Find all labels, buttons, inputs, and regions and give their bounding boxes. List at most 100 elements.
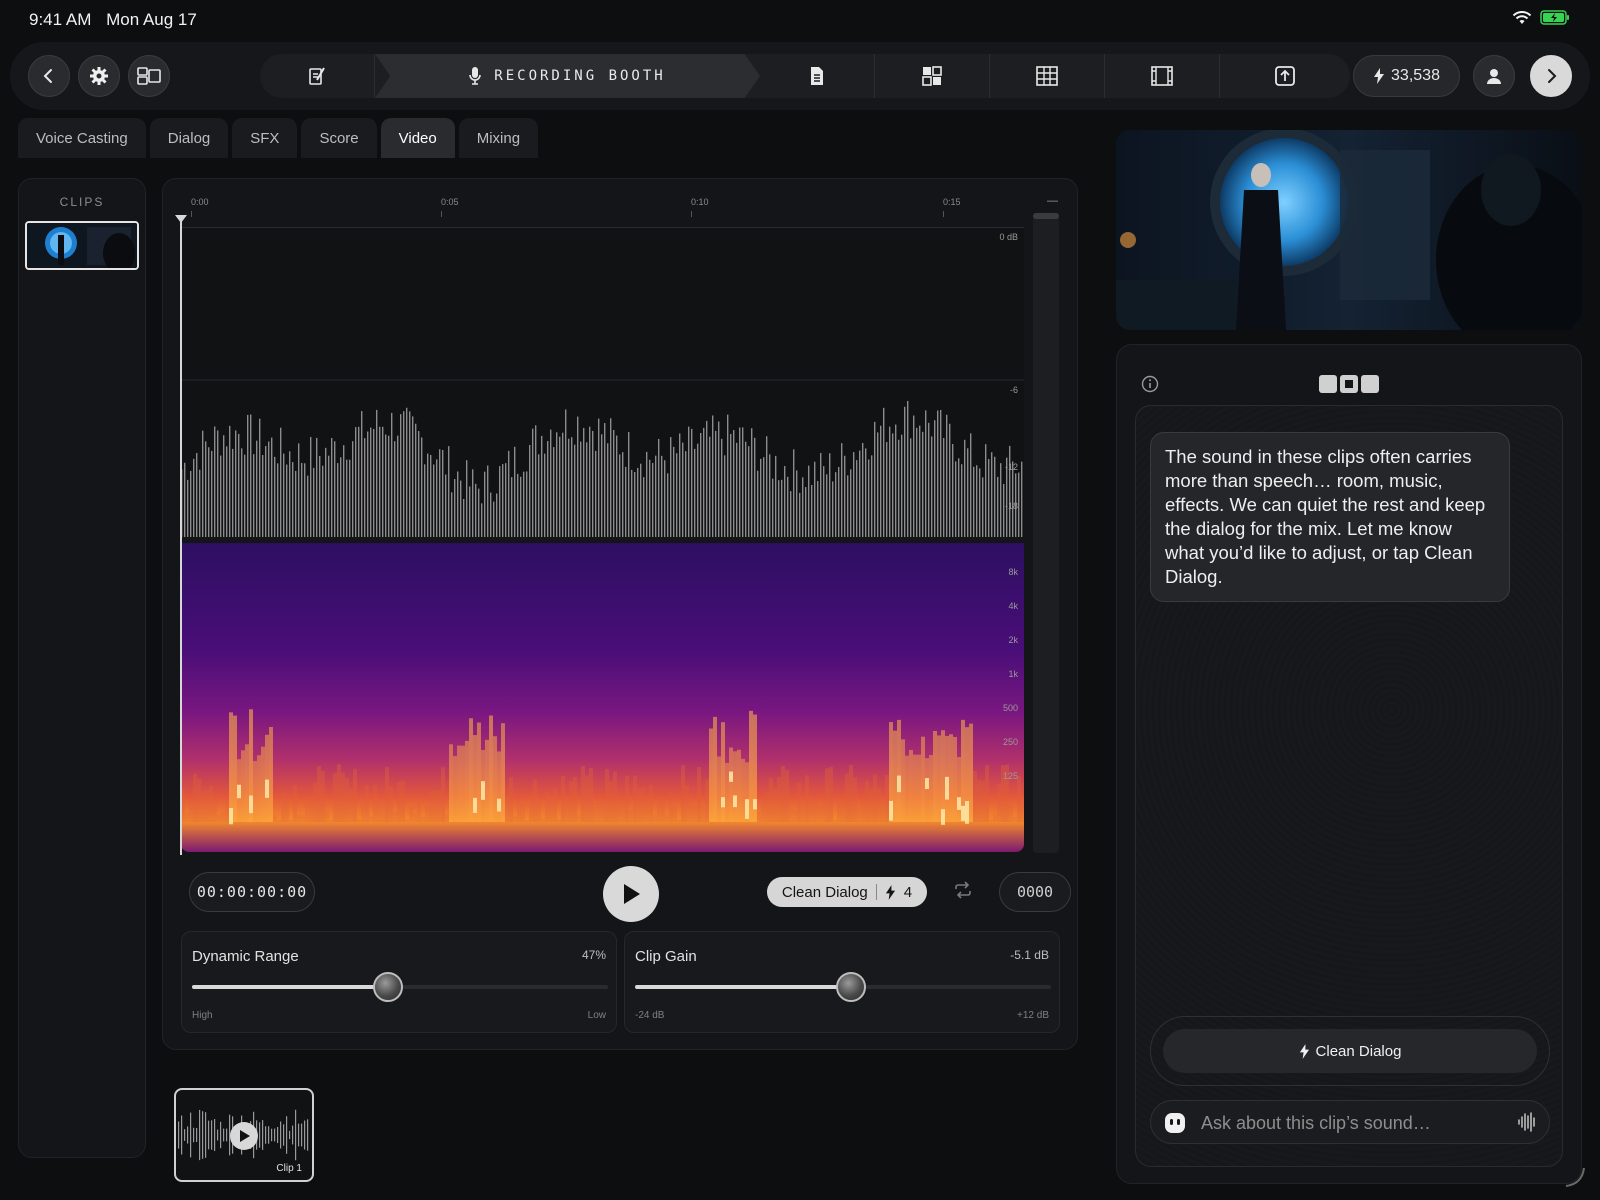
step-storyboard[interactable]	[875, 54, 990, 98]
timeline-end-marker: —	[1047, 195, 1058, 207]
tab-dialog[interactable]: Dialog	[149, 118, 229, 158]
bolt-icon	[1374, 68, 1385, 84]
clips-panel: CLIPS	[18, 178, 146, 1158]
tick-label: 0:00	[191, 197, 209, 217]
dynamic-range-fill	[192, 985, 388, 989]
dynamic-range-slider[interactable]	[192, 972, 608, 1002]
credits-value: 33,538	[1391, 67, 1440, 84]
freq-label: 250	[1002, 737, 1018, 747]
dynamic-range-high-label: Low	[587, 1010, 606, 1021]
dynamic-range-label: Dynamic Range	[192, 948, 299, 965]
step-film[interactable]	[1105, 54, 1220, 98]
film-icon	[1151, 66, 1173, 86]
brand-logo-icon	[1319, 375, 1379, 393]
transport-controls: 00:00:00:00 Clean Dialog 4 0000	[163, 866, 1079, 922]
credits-balance[interactable]: 33,538	[1353, 55, 1460, 97]
tick-label: 0:10	[691, 197, 709, 217]
vertical-scrollbar[interactable]	[1033, 213, 1059, 853]
microphone-icon	[469, 67, 482, 85]
clip-gain-label: Clip Gain	[635, 948, 697, 965]
tab-score[interactable]: Score	[301, 118, 377, 158]
wifi-icon	[1512, 10, 1532, 24]
tick-label: 0:05	[441, 197, 459, 217]
freq-label: 4k	[1008, 601, 1018, 611]
clips-title: CLIPS	[59, 195, 105, 209]
step-grid[interactable]	[990, 54, 1105, 98]
chevron-right-icon	[1548, 69, 1557, 83]
waveform-view[interactable]: 0 dB -6 -12 -18	[181, 227, 1024, 537]
play-icon	[239, 1130, 250, 1142]
clean-dialog-pill-button[interactable]: Clean Dialog 4	[767, 877, 927, 907]
next-button[interactable]	[1530, 55, 1572, 97]
suggested-actions: Clean Dialog	[1150, 1016, 1550, 1086]
step-export[interactable]	[1220, 54, 1350, 98]
tab-sfx[interactable]: SFX	[232, 118, 298, 158]
video-preview[interactable]	[1116, 130, 1582, 330]
tab-mixing[interactable]: Mixing	[458, 118, 539, 158]
bolt-icon	[1299, 1043, 1309, 1059]
status-bar: 9:41 AM Mon Aug 17	[0, 0, 1600, 38]
play-icon	[624, 884, 640, 904]
loop-icon[interactable]	[953, 881, 973, 899]
assistant-panel: The sound in these clips often carries m…	[1116, 344, 1582, 1184]
status-time: 9:41 AM	[29, 10, 92, 29]
timeline-ruler[interactable]: 0:00 0:05 0:10 0:15 —	[191, 195, 1058, 217]
settings-button[interactable]	[78, 55, 120, 97]
resize-handle-icon[interactable]	[1562, 1164, 1586, 1188]
db-label: -12	[1004, 462, 1018, 472]
step-document[interactable]	[760, 54, 875, 98]
export-icon	[1275, 66, 1295, 86]
clip-gain-control: Clip Gain -5.1 dB -24 dB +12 dB	[624, 931, 1060, 1033]
timecode-display[interactable]: 00:00:00:00	[189, 872, 315, 912]
clip-gain-value: -5.1 dB	[1010, 948, 1049, 962]
assistant-input[interactable]	[1201, 1105, 1501, 1141]
workflow-steps: RECORDING BOOTH	[260, 54, 1350, 98]
audio-editor: 0:00 0:05 0:10 0:15 — 0 dB -6 -12 -18 8k…	[162, 178, 1078, 1050]
clip-strip-item[interactable]: Clip 1	[174, 1088, 314, 1182]
clip-strip-label: Clip 1	[276, 1163, 302, 1174]
tab-voice-casting[interactable]: Voice Casting	[18, 118, 146, 158]
freq-label: 125	[1002, 771, 1018, 781]
section-tabs: Voice Casting Dialog SFX Score Video Mix…	[18, 118, 539, 158]
layout-icon	[137, 67, 161, 85]
spectrogram-view[interactable]: 8k 4k 2k 1k 500 250 125	[181, 543, 1024, 852]
clip-gain-low-label: -24 dB	[635, 1010, 665, 1021]
freq-label: 8k	[1008, 567, 1018, 577]
bolt-icon	[885, 884, 895, 900]
clip-play-button[interactable]	[230, 1122, 258, 1150]
clean-dialog-button[interactable]: Clean Dialog	[1163, 1029, 1537, 1073]
step-script-edit[interactable]	[260, 54, 375, 98]
db-label: -18	[1004, 501, 1018, 511]
freq-label: 1k	[1008, 669, 1018, 679]
clip-thumbnail[interactable]	[25, 221, 139, 270]
assistant-message: The sound in these clips often carries m…	[1150, 432, 1510, 602]
back-button[interactable]	[28, 55, 70, 97]
playhead[interactable]	[175, 215, 187, 855]
play-button[interactable]	[603, 866, 659, 922]
clip-gain-knob[interactable]	[836, 972, 867, 1002]
profile-button[interactable]	[1473, 55, 1515, 97]
frame-counter[interactable]: 0000	[999, 872, 1071, 912]
info-icon[interactable]	[1141, 375, 1159, 393]
scrollbar-thumb[interactable]	[1033, 213, 1059, 219]
assistant-avatar-icon	[1165, 1113, 1185, 1133]
db-label: -6	[1009, 385, 1018, 395]
clip-gain-slider[interactable]	[635, 972, 1051, 1002]
battery-icon	[1540, 10, 1569, 25]
chevron-left-icon	[43, 69, 52, 83]
document-icon	[811, 67, 823, 85]
clean-dialog-pill-label: Clean Dialog	[781, 883, 868, 901]
waveform-graphic	[181, 227, 1024, 537]
tab-video[interactable]: Video	[380, 118, 455, 158]
spectrogram-graphic	[181, 543, 1024, 852]
dynamic-range-knob[interactable]	[372, 972, 403, 1002]
assistant-conversation: The sound in these clips often carries m…	[1135, 405, 1563, 1167]
clip-gain-fill	[635, 985, 852, 989]
grid-icon	[1036, 66, 1058, 86]
clean-dialog-cost: 4	[903, 883, 913, 901]
layout-button[interactable]	[128, 55, 170, 97]
gear-icon	[90, 67, 108, 85]
freq-label: 2k	[1008, 635, 1018, 645]
step-recording-booth[interactable]: RECORDING BOOTH	[375, 54, 760, 98]
voice-input-icon[interactable]	[1517, 1111, 1537, 1133]
